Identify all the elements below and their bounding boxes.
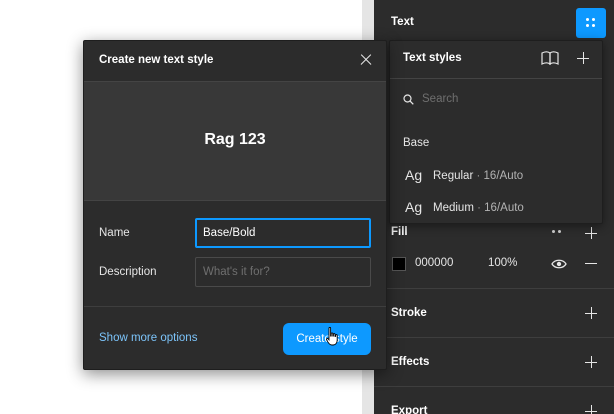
add-effect-icon[interactable] (585, 356, 597, 368)
stroke-section: Stroke (374, 288, 614, 337)
search-icon (403, 94, 414, 105)
style-grid-icon (586, 18, 596, 28)
fill-hex-value[interactable]: 000000 (415, 257, 453, 269)
divider (390, 78, 602, 79)
text-styles-button[interactable] (576, 8, 606, 38)
fill-section-title: Fill (391, 226, 408, 238)
style-sample: Ag (405, 199, 423, 215)
text-styles-popover: Text styles Base Ag Regular · 16/Auto Ag… (389, 40, 603, 224)
remove-fill-icon[interactable] (585, 263, 597, 265)
text-section-header: Text (374, 8, 614, 38)
fill-color-swatch[interactable] (392, 257, 406, 271)
name-field[interactable] (195, 218, 371, 248)
text-section-title: Text (391, 16, 414, 28)
show-more-options-link[interactable]: Show more options (99, 332, 197, 344)
search-input[interactable] (422, 90, 592, 108)
style-search (390, 85, 602, 113)
style-item-label: Regular · 16/Auto (433, 170, 524, 182)
style-sample: Ag (405, 167, 423, 183)
text-styles-title: Text styles (403, 52, 462, 64)
style-item-regular[interactable]: Ag Regular · 16/Auto (390, 163, 602, 189)
close-icon[interactable] (358, 52, 374, 68)
add-fill-icon[interactable] (585, 227, 597, 239)
library-icon[interactable] (541, 51, 559, 65)
export-section-title: Export (391, 405, 428, 414)
effects-section: Effects (374, 337, 614, 386)
style-item-label: Medium · 16/Auto (433, 202, 524, 214)
add-stroke-icon[interactable] (585, 307, 597, 319)
description-field[interactable] (195, 257, 371, 287)
stroke-section-title: Stroke (391, 307, 427, 319)
fill-opacity-value[interactable]: 100% (488, 257, 517, 269)
divider (84, 306, 386, 307)
fill-style-icon[interactable] (552, 230, 562, 236)
add-style-icon[interactable] (577, 52, 589, 64)
style-group-label[interactable]: Base (403, 137, 429, 149)
name-label: Name (99, 227, 130, 239)
style-preview: Rag 123 (84, 81, 386, 201)
eye-icon[interactable] (551, 258, 567, 270)
effects-section-title: Effects (391, 356, 430, 368)
cursor-icon (326, 327, 338, 346)
preview-text: Rag 123 (204, 131, 266, 148)
export-section: Export (374, 386, 614, 414)
dialog-title: Create new text style (99, 54, 214, 66)
create-text-style-dialog: Create new text style Rag 123 Name Descr… (83, 40, 387, 370)
style-item-medium[interactable]: Ag Medium · 16/Auto (390, 195, 602, 221)
fill-row: 000000 100% (374, 252, 614, 276)
add-export-icon[interactable] (585, 405, 597, 414)
description-label: Description (99, 266, 157, 278)
